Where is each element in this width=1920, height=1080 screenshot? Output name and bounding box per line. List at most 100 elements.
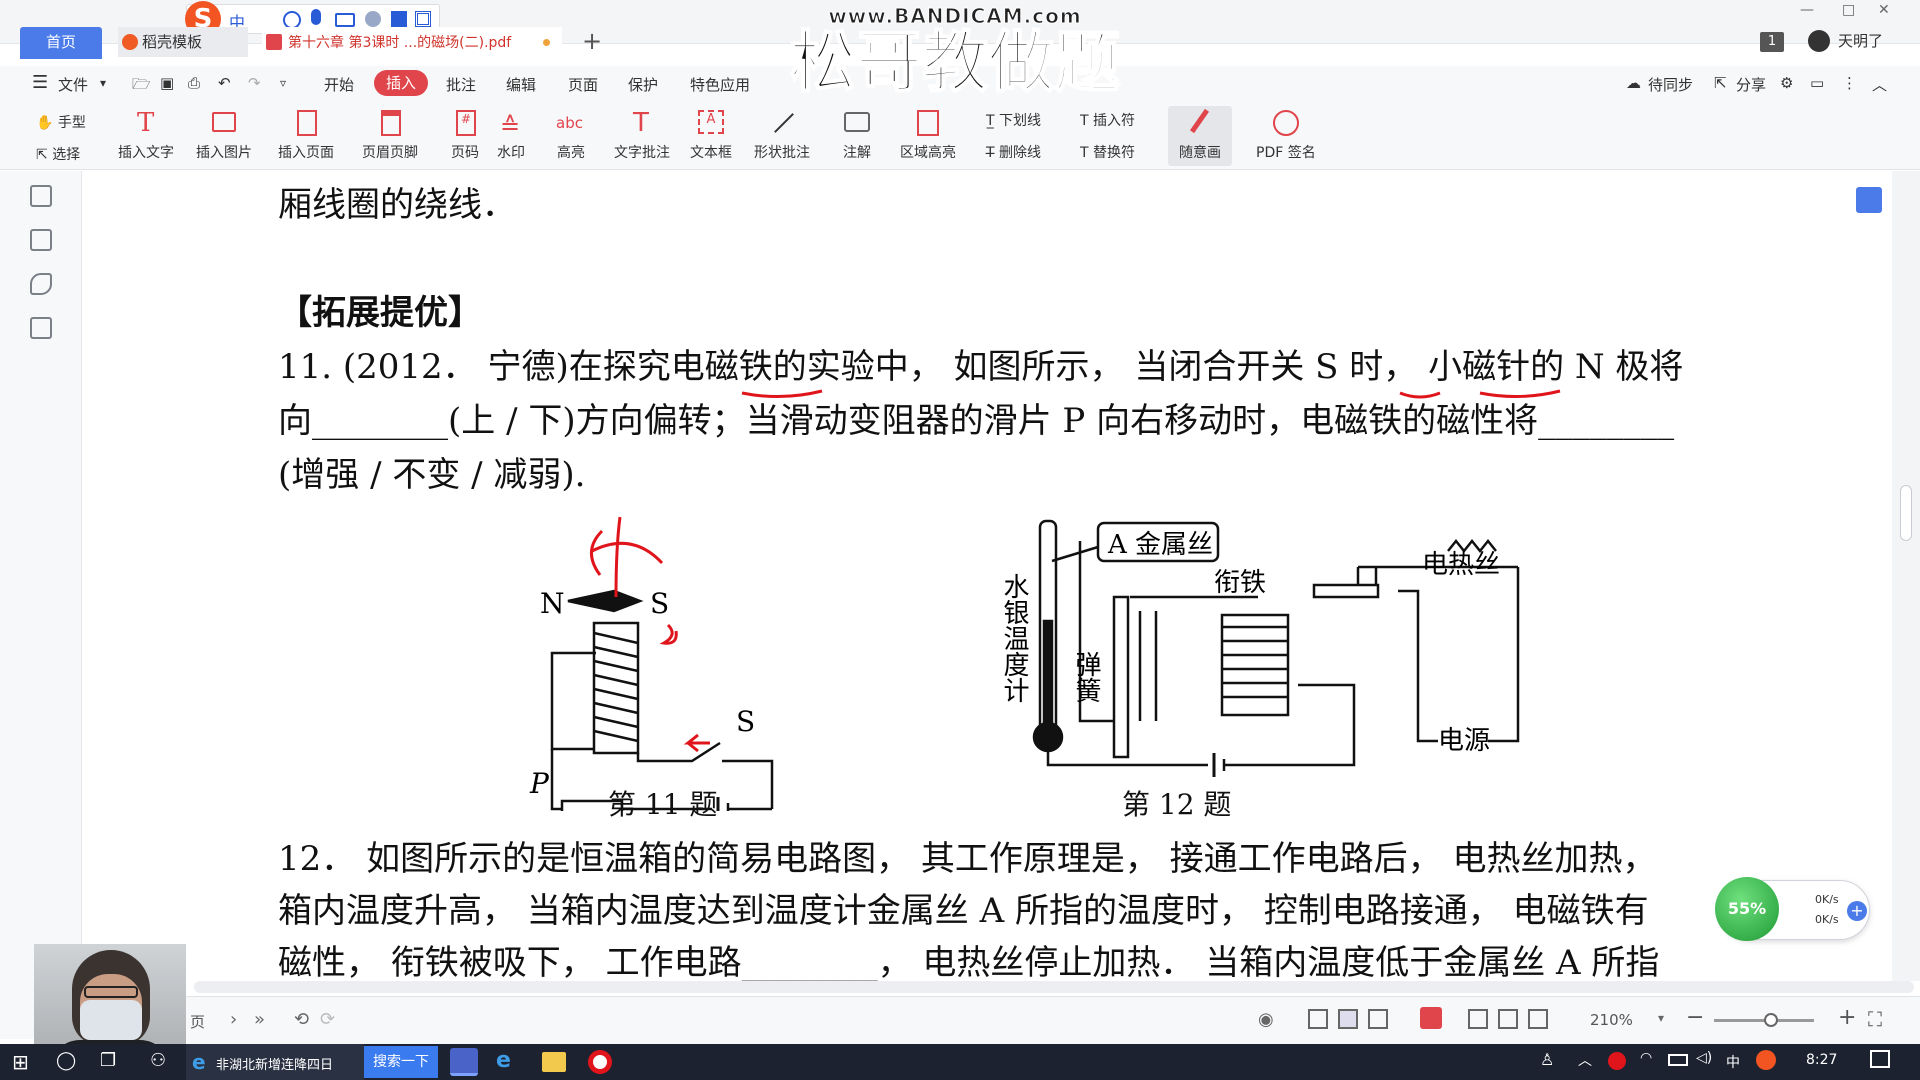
people-icon[interactable]: ⚇ (150, 1050, 166, 1071)
tab-template[interactable]: 稻壳模板 (118, 27, 248, 57)
show-hidden-icons-icon[interactable]: ︿ (1578, 1050, 1592, 1070)
chevron-down-icon[interactable]: ▾ (100, 76, 106, 90)
recording-indicator-icon[interactable] (1608, 1052, 1626, 1070)
area-highlight-button[interactable]: 区域高亮 (900, 108, 956, 162)
fullscreen-icon[interactable]: ⛶ (1868, 1007, 1882, 1031)
sogou-tray-icon[interactable] (1756, 1050, 1776, 1070)
search-circle-icon[interactable]: ◯ (56, 1050, 76, 1071)
battery-icon[interactable] (1668, 1054, 1688, 1066)
taskbar-browser-item[interactable]: e 非湖北新增连降四日 (186, 1044, 364, 1080)
signature-panel-icon[interactable] (30, 317, 52, 339)
horizontal-scrollbar[interactable] (194, 981, 1914, 993)
sync-status[interactable]: 待同步 (1648, 74, 1693, 95)
print-icon[interactable]: ⎙ (188, 74, 200, 92)
save-icon[interactable]: ▣ (160, 74, 174, 92)
shape-comment-button[interactable]: 形状批注 (754, 108, 810, 162)
insert-text-button[interactable]: T 插入文字 (118, 108, 174, 162)
cloud-sync-icon[interactable]: ☁ (1626, 74, 1641, 92)
continuous-view-icon[interactable] (1308, 1009, 1328, 1029)
notification-icon[interactable] (1870, 1050, 1890, 1068)
microphone-icon[interactable] (311, 9, 321, 25)
record-app-icon[interactable] (588, 1050, 612, 1074)
zoom-in-icon[interactable]: + (1838, 1005, 1856, 1030)
settings-gear-icon[interactable]: ⚙ (1780, 74, 1793, 92)
document-page[interactable]: 厢线圈的绕线． 【拓展提优】 11. (2012． 宁德)在探究电磁铁的实验中，… (82, 171, 1892, 981)
tab-home[interactable]: 首页 (20, 27, 102, 59)
more-options-icon[interactable]: ⋮ (1842, 74, 1857, 92)
add-widget-icon[interactable]: + (1847, 901, 1867, 921)
back-icon[interactable]: ⟲ (294, 1009, 309, 1030)
two-page-icon[interactable] (1368, 1009, 1388, 1029)
actual-size-icon[interactable] (1468, 1009, 1488, 1029)
new-tab-button[interactable]: + (582, 27, 602, 55)
fit-page-icon[interactable] (1498, 1009, 1518, 1029)
maximize-button[interactable]: □ (1842, 2, 1855, 18)
quick-access-dropdown-icon[interactable]: ▿ (280, 76, 286, 90)
file-explorer-icon[interactable] (542, 1052, 566, 1072)
text-box-button[interactable]: A 文本框 (690, 108, 732, 162)
share-icon[interactable]: ⇱ (1714, 74, 1727, 92)
last-page-icon[interactable]: » (254, 1009, 265, 1030)
undo-icon[interactable]: ↶ (218, 74, 231, 92)
menu-comment[interactable]: 批注 (446, 74, 476, 95)
single-page-icon[interactable] (1338, 1009, 1358, 1029)
header-footer-button[interactable]: 页眉页脚 (362, 108, 418, 162)
open-folder-icon[interactable]: 🗁 (132, 74, 151, 99)
windows-start-icon[interactable]: ⊞ (12, 1050, 29, 1074)
insert-image-float-icon[interactable] (1856, 187, 1882, 213)
task-view-icon[interactable]: ❐ (100, 1050, 116, 1071)
message-icon[interactable]: ▭ (1810, 74, 1824, 92)
note-button[interactable]: 注解 (842, 108, 872, 162)
menu-file[interactable]: 文件 (58, 74, 88, 95)
avatar[interactable] (1808, 30, 1830, 52)
vertical-scrollbar[interactable] (1892, 171, 1920, 981)
redo-icon[interactable]: ↷ (248, 74, 261, 92)
insert-image-button[interactable]: 插入图片 (196, 108, 252, 162)
menu-edit[interactable]: 编辑 (506, 74, 536, 95)
share-button[interactable]: 分享 (1736, 74, 1766, 95)
zoom-out-icon[interactable]: − (1686, 1005, 1704, 1030)
freehand-draw-button[interactable]: 随意画 (1168, 106, 1232, 166)
search-button[interactable]: 搜索一下 (364, 1046, 438, 1078)
zoom-slider-handle[interactable] (1764, 1013, 1778, 1027)
scroll-thumb[interactable] (1900, 485, 1912, 541)
replace-char-button[interactable]: T 替换符 (1080, 142, 1135, 162)
close-button[interactable]: ✕ (1878, 2, 1890, 18)
zoom-slider[interactable] (1714, 1013, 1814, 1027)
play-slideshow-icon[interactable] (1420, 1007, 1442, 1029)
network-people-icon[interactable]: ♙ (1540, 1050, 1554, 1069)
volume-icon[interactable]: ◁) (1696, 1050, 1712, 1066)
tab-pdf-document[interactable]: 第十六章 第3课时 ...的磁场(二).pdf (262, 27, 562, 57)
user-icon[interactable] (365, 11, 381, 27)
underline-button[interactable]: T̲ 下划线 (986, 110, 1041, 130)
network-speed-widget[interactable]: 55% 0K/s 0K/s + (1715, 877, 1870, 941)
select-tool-button[interactable]: ⇱ 选择 (36, 144, 80, 164)
edge-browser-icon[interactable]: e (496, 1048, 511, 1073)
eye-protection-icon[interactable]: ◉ (1258, 1009, 1274, 1030)
zoom-dropdown-icon[interactable]: ▾ (1658, 1011, 1664, 1025)
bookmark-tag-icon[interactable] (30, 273, 52, 295)
collapse-ribbon-icon[interactable]: ︿ (1872, 74, 1887, 95)
forward-icon[interactable]: ⟳ (320, 1009, 335, 1030)
pdf-sign-button[interactable]: PDF 签名 (1256, 108, 1316, 162)
insert-char-button[interactable]: T 插入符 (1080, 110, 1135, 130)
menu-special[interactable]: 特色应用 (690, 74, 750, 95)
hamburger-icon[interactable]: ☰ (32, 72, 48, 93)
skin-shirt-icon[interactable] (391, 11, 407, 27)
next-page-icon[interactable]: › (230, 1009, 237, 1030)
outline-list-icon[interactable] (30, 185, 52, 207)
insert-page-button[interactable]: 插入页面 (278, 108, 334, 162)
menu-insert[interactable]: 插入 (374, 70, 429, 96)
wifi-icon[interactable]: ◠ (1640, 1050, 1652, 1066)
zoom-level[interactable]: 210% (1590, 1011, 1633, 1029)
wps-app-icon[interactable] (450, 1048, 478, 1076)
clock[interactable]: 8:27 (1806, 1052, 1837, 1068)
fit-width-icon[interactable] (1528, 1009, 1548, 1029)
minimize-button[interactable]: — (1800, 2, 1814, 18)
menu-protect[interactable]: 保护 (628, 74, 658, 95)
ime-indicator[interactable]: 中 (1726, 1052, 1740, 1072)
grid-apps-icon[interactable] (415, 11, 431, 27)
menu-start[interactable]: 开始 (324, 74, 354, 95)
hand-tool-button[interactable]: ✋ 手型 (36, 112, 86, 132)
watermark-button[interactable]: ≙ 水印 (496, 108, 526, 162)
